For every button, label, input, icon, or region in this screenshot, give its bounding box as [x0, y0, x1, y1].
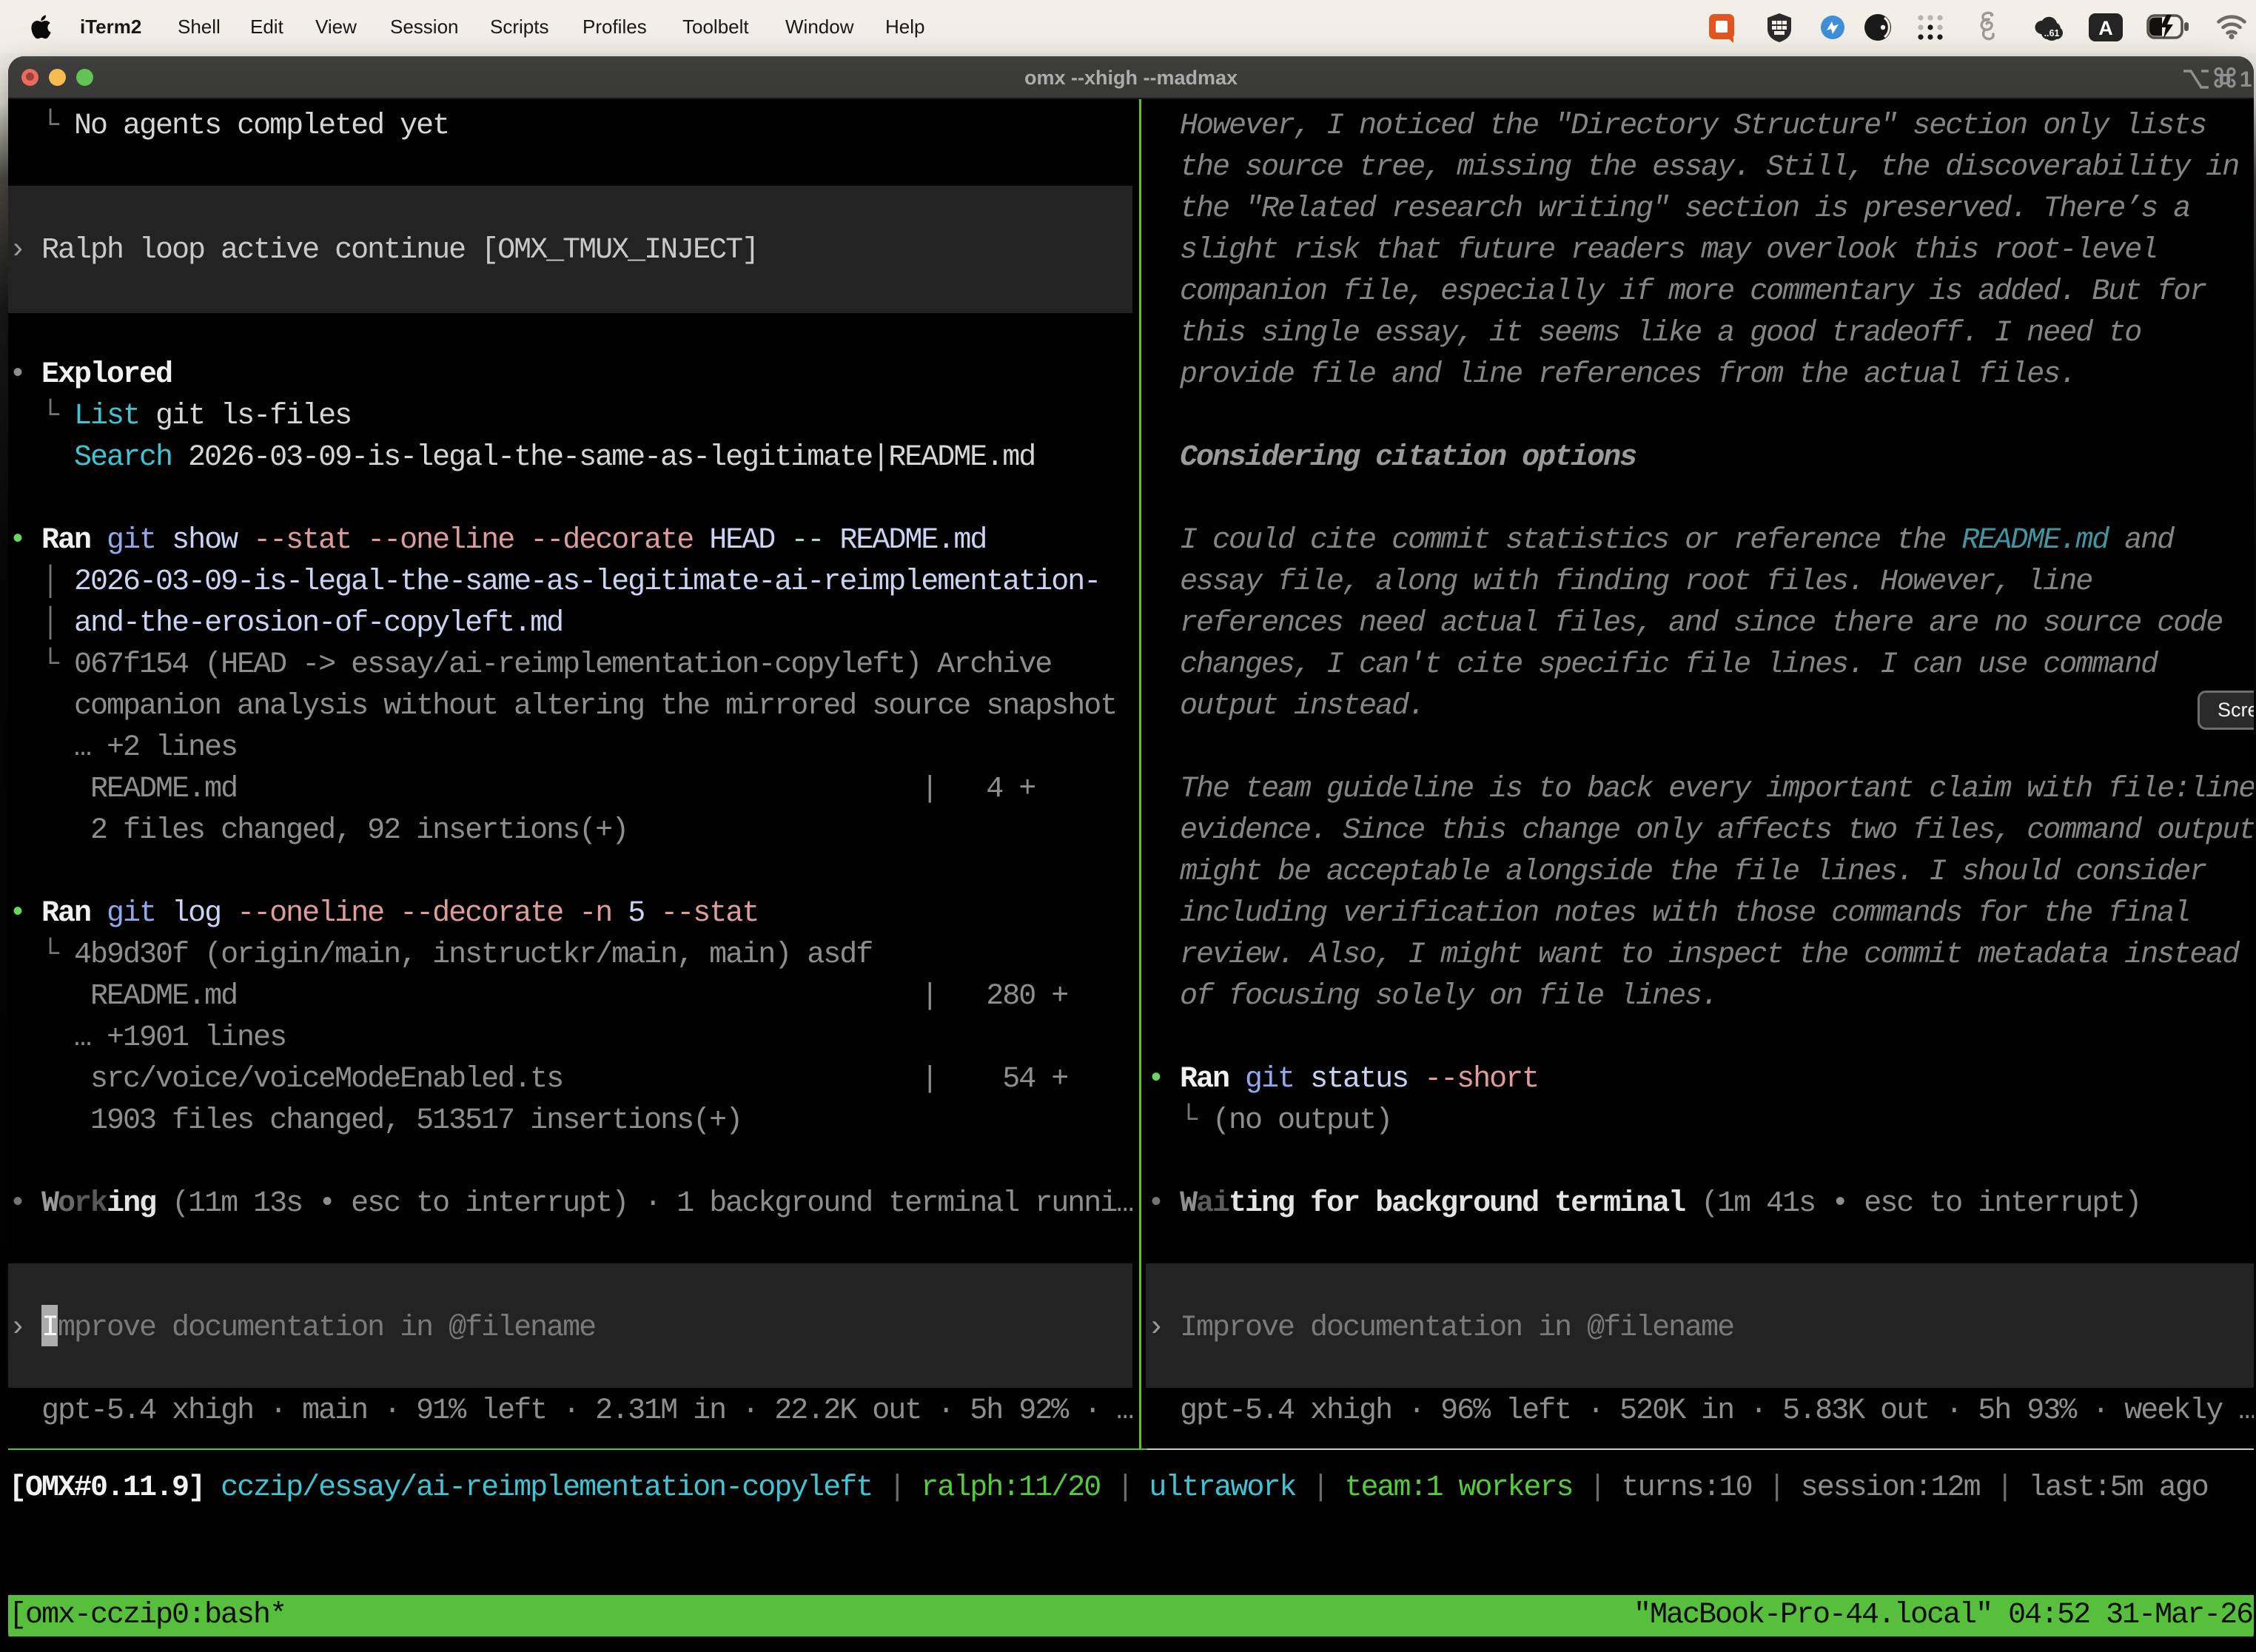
- svg-text:A: A: [2098, 17, 2113, 39]
- svg-text:1: 1: [2240, 67, 2252, 92]
- svg-text:..61: ..61: [2044, 28, 2060, 38]
